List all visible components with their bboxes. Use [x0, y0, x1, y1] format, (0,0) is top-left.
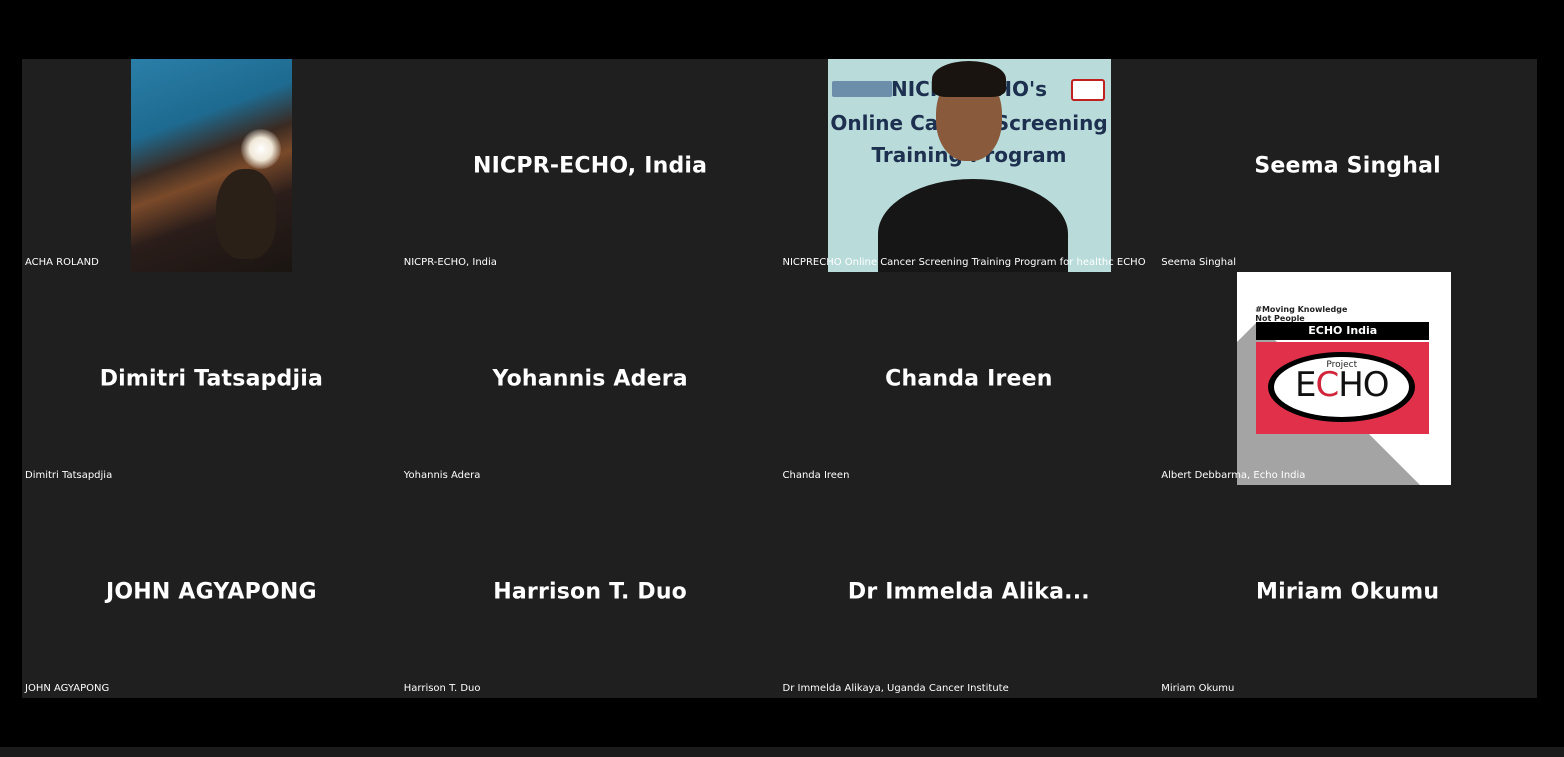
bottom-toolbar-strip: [0, 747, 1564, 757]
participant-video: [131, 59, 292, 272]
participant-display-name: Dr Immelda Alika...: [847, 579, 1090, 604]
participant-display-name: Dimitri Tatsapdjia: [99, 366, 324, 391]
participant-name-label: NICPRECHO Online Cancer Screening Traini…: [782, 257, 1146, 268]
participant-display-name: Harrison T. Duo: [493, 579, 687, 604]
participant-tile-harrison[interactable]: Harrison T. Duo Harrison T. Duo: [400, 485, 780, 698]
presenter-video: NICPR ECHO's Online Cancer Screening Tra…: [827, 59, 1111, 272]
participant-display-name: NICPR-ECHO, India: [473, 153, 708, 178]
meeting-window: ACHA ROLAND NICPR-ECHO, India NICPR-ECHO…: [0, 0, 1564, 757]
participant-display-name: Seema Singhal: [1254, 153, 1441, 178]
lamp-glow: [241, 129, 281, 169]
participant-tile-immelda[interactable]: Dr Immelda Alika... Dr Immelda Alikaya, …: [779, 485, 1159, 698]
participant-name-label: NICPR-ECHO, India: [403, 257, 497, 268]
participant-tile-yohannis[interactable]: Yohannis Adera Yohannis Adera: [400, 272, 780, 485]
participant-name-label: ACHA ROLAND: [25, 257, 99, 268]
participant-name-label: Dimitri Tatsapdjia: [25, 470, 113, 481]
participant-tile-acha-roland[interactable]: ACHA ROLAND: [22, 59, 401, 272]
participant-name-label: Harrison T. Duo: [403, 683, 481, 694]
participant-tile-seema-singhal[interactable]: Seema Singhal Seema Singhal: [1158, 59, 1537, 272]
presenter-hair: [931, 61, 1006, 97]
hashtag-text: #Moving Knowledge Not People: [1255, 305, 1348, 323]
participant-display-name: Miriam Okumu: [1256, 579, 1440, 604]
participant-tile-dimitri[interactable]: Dimitri Tatsapdjia Dimitri Tatsapdjia: [22, 272, 401, 485]
participant-name-label: Albert Debbarma, Echo India: [1161, 470, 1306, 481]
participant-tile-john[interactable]: JOHN AGYAPONG JOHN AGYAPONG: [22, 485, 401, 698]
participant-tile-chanda[interactable]: Chanda Ireen Chanda Ireen: [779, 272, 1159, 485]
echo-oval-inner: Project ECHO: [1274, 357, 1410, 417]
echo-india-header: ECHO India: [1256, 322, 1430, 340]
participant-name-label: Yohannis Adera: [403, 470, 481, 481]
participant-name-label: Chanda Ireen: [782, 470, 850, 481]
participant-name-label: JOHN AGYAPONG: [25, 683, 110, 694]
participant-gallery: ACHA ROLAND NICPR-ECHO, India NICPR-ECHO…: [22, 59, 1537, 698]
participant-name-label: Dr Immelda Alikaya, Uganda Cancer Instit…: [782, 683, 1009, 694]
participant-display-name: Chanda Ireen: [885, 366, 1053, 391]
participant-display-name: Yohannis Adera: [492, 366, 688, 391]
echo-wordmark: ECHO: [1294, 365, 1390, 405]
echo-red-panel: Project ECHO: [1256, 342, 1430, 434]
participant-tile-albert[interactable]: #Moving Knowledge Not People ECHO India …: [1158, 272, 1537, 485]
person-silhouette: [216, 169, 276, 259]
participant-name-label: Seema Singhal: [1161, 257, 1237, 268]
participant-tile-presenter[interactable]: NICPR ECHO's Online Cancer Screening Tra…: [779, 59, 1159, 272]
participant-name-label: Miriam Okumu: [1161, 683, 1235, 694]
echo-oval: Project ECHO: [1268, 352, 1416, 422]
echo-india-profile-image: #Moving Knowledge Not People ECHO India …: [1237, 272, 1452, 485]
participant-display-name: JOHN AGYAPONG: [106, 579, 317, 604]
participant-tile-nicpr-echo[interactable]: NICPR-ECHO, India NICPR-ECHO, India: [400, 59, 780, 272]
participant-tile-miriam[interactable]: Miriam Okumu Miriam Okumu: [1158, 485, 1537, 698]
